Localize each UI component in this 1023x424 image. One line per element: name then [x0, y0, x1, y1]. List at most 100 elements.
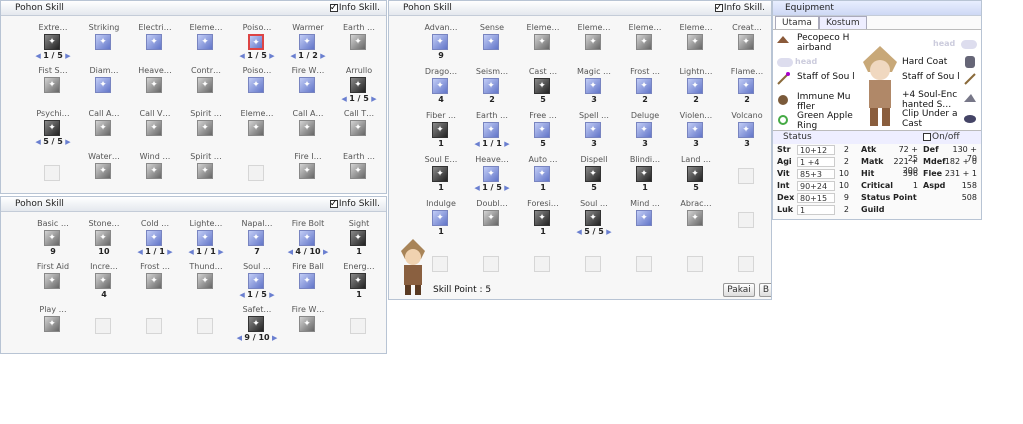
skill-icon[interactable]: ✦: [687, 166, 703, 182]
onoff-toggle[interactable]: On/off: [923, 132, 960, 142]
skill-icon[interactable]: ✦: [197, 34, 213, 50]
skill-icon[interactable]: ✦: [197, 77, 213, 93]
skill-icon[interactable]: ✦: [483, 34, 499, 50]
skill-cell[interactable]: Spirit … ✦: [181, 152, 231, 193]
skill-cell[interactable]: Sense ✦: [467, 23, 517, 67]
skill-icon[interactable]: ✦: [248, 230, 264, 246]
skill-cell[interactable]: Cast … ✦ 5: [518, 67, 568, 111]
skill-icon[interactable]: ✦: [738, 122, 754, 138]
skill-cell[interactable]: Mind … ✦: [620, 199, 670, 243]
level-increase-icon[interactable]: ▶: [502, 140, 509, 148]
skill-cell[interactable]: Earth … ✦: [334, 23, 384, 67]
level-increase-icon[interactable]: ▶: [318, 52, 325, 60]
level-decrease-icon[interactable]: ◀: [576, 228, 584, 236]
skill-cell[interactable]: Fire W… ✦: [283, 305, 333, 349]
info-skill-toggle[interactable]: Info Skill.: [329, 197, 380, 211]
b-button[interactable]: B: [759, 283, 771, 297]
tab-utama[interactable]: Utama: [775, 16, 819, 30]
skill-icon[interactable]: ✦: [299, 163, 315, 179]
skill-icon[interactable]: ✦: [738, 34, 754, 50]
skill-icon[interactable]: ✦: [350, 77, 366, 93]
empty-slot[interactable]: [777, 58, 793, 67]
skill-cell[interactable]: Call A… ✦: [79, 109, 129, 153]
skill-cell[interactable]: Magic … ✦ 3: [569, 67, 619, 111]
skill-cell[interactable]: Warmer ✦ ◀ 1 / 2 ▶: [283, 23, 333, 67]
skill-cell[interactable]: Spell … ✦ 3: [569, 111, 619, 155]
skill-cell[interactable]: Call A… ✦: [283, 109, 333, 153]
skill-icon[interactable]: ✦: [146, 77, 162, 93]
skill-cell[interactable]: Fist S… ✦: [28, 66, 78, 110]
apply-button[interactable]: Pakai: [723, 283, 755, 297]
equip-slot-shoes[interactable]: +4 Soul-Enc hanted S…: [902, 90, 960, 110]
skill-cell[interactable]: Abrac… ✦: [671, 199, 721, 243]
skill-cell[interactable]: Seism… ✦ 2: [467, 67, 517, 111]
skill-icon[interactable]: ✦: [95, 163, 111, 179]
skill-cell[interactable]: Arrullo ✦ ◀ 1 / 5 ▶: [334, 66, 384, 110]
skill-icon[interactable]: ✦: [483, 122, 499, 138]
equipment-title-bar[interactable]: Equipment: [773, 1, 981, 16]
skill-icon[interactable]: ✦: [44, 230, 60, 246]
skill-icon[interactable]: ✦: [687, 78, 703, 94]
skill-icon[interactable]: ✦: [483, 166, 499, 182]
skill-icon[interactable]: ✦: [432, 166, 448, 182]
window-title-bar[interactable]: Pohon Skill Info Skill.: [1, 1, 386, 16]
skill-cell[interactable]: Lightn… ✦ 2: [671, 67, 721, 111]
skill-icon[interactable]: ✦: [585, 34, 601, 50]
skill-cell[interactable]: Extre… ✦ ◀ 1 / 5 ▶: [28, 23, 78, 67]
checkbox-icon[interactable]: [714, 1, 723, 15]
skill-cell[interactable]: Striking ✦: [79, 23, 129, 67]
skill-icon[interactable]: ✦: [350, 34, 366, 50]
equip-slot-weapon[interactable]: Staff of Sou l: [797, 72, 855, 82]
skill-icon[interactable]: ✦: [146, 230, 162, 246]
window-title-bar[interactable]: Pohon Skill Info Skill.: [389, 1, 771, 16]
level-decrease-icon[interactable]: ◀: [188, 248, 196, 256]
skill-cell[interactable]: Fire I… ✦: [283, 152, 333, 193]
skill-cell[interactable]: Cold … ✦ ◀ 1 / 1 ▶: [130, 219, 180, 263]
equip-slot-accessory[interactable]: Green Apple Ring: [797, 111, 857, 131]
skill-icon[interactable]: ✦: [350, 230, 366, 246]
skill-cell[interactable]: Eleme… ✦: [620, 23, 670, 67]
skill-cell[interactable]: Land … ✦ 5: [671, 155, 721, 199]
skill-icon[interactable]: ✦: [197, 163, 213, 179]
skill-icon[interactable]: ✦: [299, 230, 315, 246]
skill-icon[interactable]: ✦: [44, 316, 60, 332]
checkbox-icon[interactable]: [329, 197, 338, 211]
checkbox-icon[interactable]: [923, 133, 931, 141]
level-increase-icon[interactable]: ▶: [63, 138, 70, 146]
skill-icon[interactable]: ✦: [534, 122, 550, 138]
level-increase-icon[interactable]: ▶: [267, 52, 274, 60]
skill-icon[interactable]: ✦: [534, 34, 550, 50]
skill-icon[interactable]: ✦: [534, 166, 550, 182]
level-decrease-icon[interactable]: ◀: [474, 184, 482, 192]
info-skill-toggle[interactable]: Info Skill.: [714, 1, 765, 15]
skill-icon[interactable]: ✦: [534, 210, 550, 226]
skill-cell[interactable]: Lighte… ✦ ◀ 1 / 1 ▶: [181, 219, 231, 263]
level-decrease-icon[interactable]: ◀: [290, 52, 298, 60]
level-decrease-icon[interactable]: ◀: [239, 52, 247, 60]
skill-icon[interactable]: ✦: [95, 77, 111, 93]
level-decrease-icon[interactable]: ◀: [35, 52, 43, 60]
skill-icon[interactable]: ✦: [146, 273, 162, 289]
skill-icon[interactable]: ✦: [636, 78, 652, 94]
skill-icon[interactable]: ✦: [44, 273, 60, 289]
level-decrease-icon[interactable]: ◀: [35, 138, 43, 146]
skill-cell[interactable]: Blindi… ✦ 1: [620, 155, 670, 199]
skill-icon[interactable]: ✦: [146, 163, 162, 179]
skill-cell[interactable]: Call T… ✦: [334, 109, 384, 153]
skill-icon[interactable]: ✦: [248, 120, 264, 136]
skill-icon[interactable]: ✦: [687, 34, 703, 50]
level-increase-icon[interactable]: ▶: [267, 291, 274, 299]
equip-slot-weapon-right[interactable]: Staff of Sou l: [902, 72, 960, 82]
skill-cell[interactable]: Wind … ✦: [130, 152, 180, 193]
skill-cell[interactable]: Safet… ✦ ◀ 9 / 10 ▶: [232, 305, 282, 349]
skill-cell[interactable]: Advan… ✦ 9: [416, 23, 466, 67]
skill-icon[interactable]: ✦: [350, 120, 366, 136]
skill-icon[interactable]: ✦: [636, 34, 652, 50]
skill-cell[interactable]: Soul … ✦ ◀ 1 / 5 ▶: [232, 262, 282, 306]
skill-cell[interactable]: Volcano ✦ 3: [722, 111, 771, 155]
window-title-bar[interactable]: Pohon Skill Info Skill.: [1, 197, 386, 212]
skill-cell[interactable]: Free … ✦ 5: [518, 111, 568, 155]
skill-cell[interactable]: Earth … ✦: [334, 152, 384, 193]
skill-cell[interactable]: Heave… ✦ ◀ 1 / 5 ▶: [467, 155, 517, 199]
skill-icon[interactable]: ✦: [687, 210, 703, 226]
